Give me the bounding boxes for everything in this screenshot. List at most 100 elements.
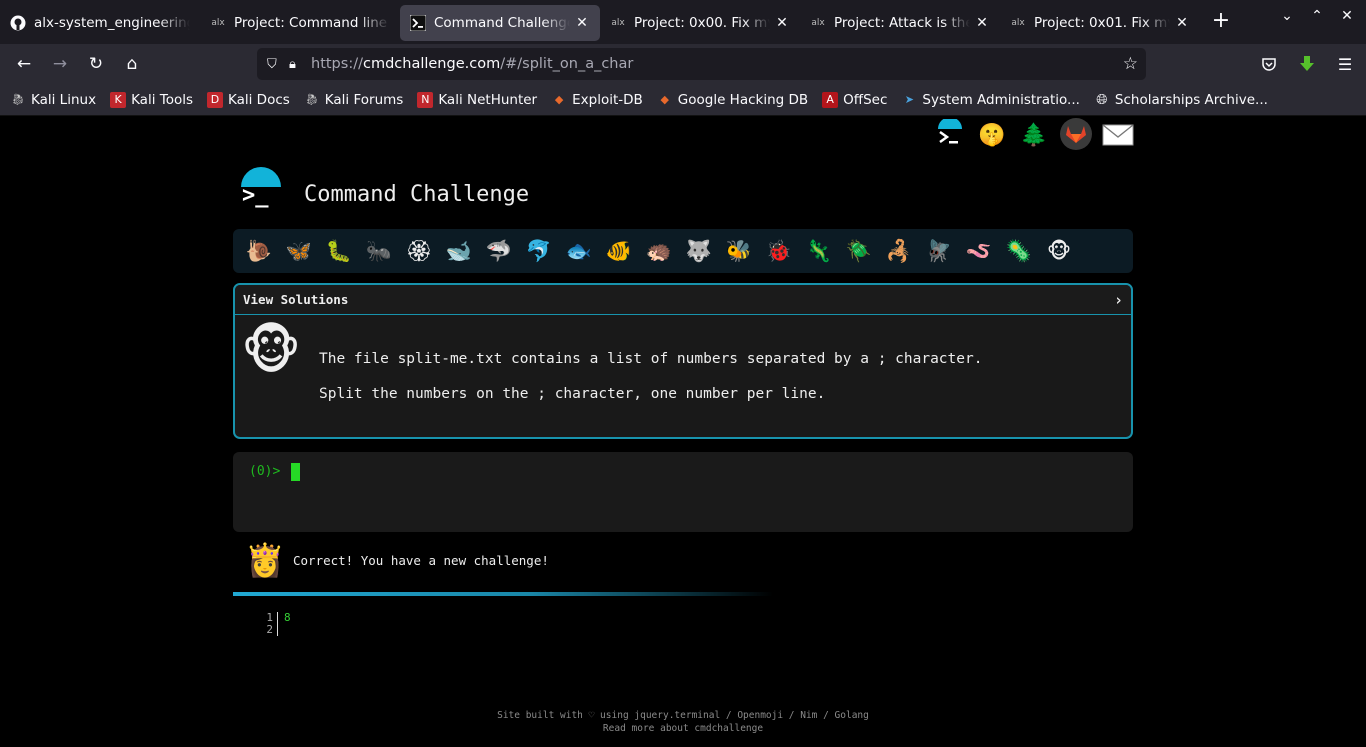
description-line: Split the numbers on the ; character, on…: [319, 386, 826, 402]
url-protocol: https://: [311, 56, 363, 72]
bookmarks-bar: 🐉︎ Kali Linux K Kali Tools D Kali Docs 🐉︎ Ka…: [0, 84, 1366, 116]
page-title: Command Challenge: [304, 182, 530, 207]
bookmark-label: Exploit-DB: [572, 91, 643, 108]
menu-icon[interactable]: ☰: [1334, 50, 1356, 78]
bookmark-kali-docs[interactable]: D Kali Docs: [207, 91, 290, 108]
kali-docs-icon: D: [207, 91, 223, 108]
tab-attack-best-defense[interactable]: alx Project: Attack is the best defense …: [800, 5, 1000, 41]
tab-title: Project: Attack is the best defense: [834, 15, 970, 31]
bookmark-label: Kali Linux: [31, 91, 97, 108]
bookmark-label: Google Hacking DB: [677, 91, 809, 108]
snail-icon[interactable]: 🐌: [239, 239, 279, 264]
alx-icon: alx: [211, 18, 225, 28]
tab-command-challenge[interactable]: Command Challenge! ✕: [400, 5, 600, 41]
close-icon[interactable]: ✕: [1174, 15, 1190, 31]
terminal-logo-icon[interactable]: [934, 118, 966, 152]
bookmark-kali-linux[interactable]: 🐉︎ Kali Linux: [10, 92, 96, 108]
bookmark-sysadmin[interactable]: ➤ System Administratio...: [901, 92, 1080, 108]
sysadmin-icon: ➤: [904, 93, 915, 106]
bee-icon[interactable]: 🐝: [719, 239, 759, 264]
description-line: The file split-me.txt contains a list of…: [319, 351, 983, 367]
lizard-icon[interactable]: 🦎: [799, 239, 839, 264]
alx-icon: alx: [611, 18, 625, 28]
tab-fix-my-code-0x01[interactable]: alx Project: 0x01. Fix my code ✕: [1000, 5, 1200, 41]
tab-title: Project: 0x00. Fix my code: [634, 15, 770, 31]
ant-icon[interactable]: 🐜: [359, 239, 399, 264]
bookmark-ghdb[interactable]: ◆ Google Hacking DB: [657, 91, 809, 108]
microbe-icon[interactable]: 🦠: [999, 239, 1039, 264]
tropical-fish-icon[interactable]: 🐠: [599, 239, 639, 264]
wolf-icon[interactable]: 🐺: [679, 239, 719, 264]
download-icon[interactable]: [1296, 50, 1318, 78]
tree-icon[interactable]: 🌲: [1018, 118, 1050, 152]
scorpion-icon[interactable]: 🦂: [879, 239, 919, 264]
shell-icon[interactable]: 🏵: [399, 239, 439, 264]
bookmark-exploit-db[interactable]: ◆ Exploit-DB: [551, 92, 643, 108]
gitlab-icon[interactable]: [1060, 118, 1092, 150]
bookmark-label: System Administratio...: [922, 91, 1080, 108]
footer-read-more-link[interactable]: Read more about cmdchallenge: [0, 722, 1366, 735]
bookmark-kali-nethunter[interactable]: N Kali NetHunter: [417, 91, 537, 108]
tab-title: Project: Command line for beginners: [234, 15, 390, 31]
lock-icon[interactable]: 🔒︎: [289, 57, 311, 72]
url-path: /#/split_on_a_char: [500, 56, 634, 72]
bookmark-kali-forums[interactable]: 🐉︎ Kali Forums: [304, 92, 404, 108]
tab-controls: ⌄ ⌃ ✕: [1278, 8, 1356, 24]
challenge-panel: View Solutions › 🐵 The file split-me.txt…: [233, 283, 1133, 439]
fish-icon[interactable]: 🐟: [559, 239, 599, 264]
shushing-face-icon[interactable]: 🤫: [976, 118, 1008, 152]
bookmark-scholarships[interactable]: 🌐︎ Scholarships Archive...: [1094, 92, 1268, 108]
close-icon[interactable]: ✕: [774, 15, 790, 31]
site-logo: >_: [238, 167, 284, 213]
forward-icon[interactable]: →: [42, 48, 78, 80]
close-window-icon[interactable]: ✕: [1338, 8, 1356, 24]
bookmark-star-icon[interactable]: ☆: [1123, 54, 1138, 74]
beetle-icon[interactable]: 🪲: [839, 239, 879, 264]
monkey-icon[interactable]: 🐵: [1039, 239, 1079, 263]
toolbar-right: ☰: [1258, 50, 1356, 78]
fly-icon[interactable]: 🪰: [919, 239, 959, 264]
tab-alx-command-line[interactable]: alx Project: Command line for beginners: [200, 5, 400, 41]
new-tab-button[interactable]: +: [1206, 7, 1236, 37]
close-icon[interactable]: ✕: [974, 15, 990, 31]
dolphin-icon[interactable]: 🐬: [519, 239, 559, 264]
reload-icon[interactable]: ↻: [78, 48, 114, 80]
close-icon[interactable]: ✕: [574, 15, 590, 31]
tab-fix-my-code-0x00[interactable]: alx Project: 0x00. Fix my code ✕: [600, 5, 800, 41]
url-bar[interactable]: ⛉ 🔒︎ https://cmdchallenge.com/#/split_on…: [257, 48, 1146, 80]
list-all-tabs-icon[interactable]: ⌄: [1278, 8, 1296, 24]
monkey-avatar-icon: 🐵: [241, 321, 302, 381]
terminal-prompt: (0)>: [249, 464, 281, 479]
worm-icon[interactable]: 🪱: [959, 239, 999, 264]
bookmark-offsec[interactable]: A OffSec: [822, 91, 888, 108]
tab-title: Command Challenge!: [434, 15, 570, 31]
logo-prompt-icon: >_: [242, 183, 269, 208]
exploitdb-icon: ◆: [554, 93, 564, 106]
url-host: cmdchallenge.com: [362, 56, 501, 72]
kali-icon: 🐉︎: [11, 93, 25, 106]
caterpillar-icon[interactable]: 🐛: [319, 239, 359, 264]
chevron-right-icon: ›: [1113, 290, 1123, 309]
terminal-input[interactable]: (0)>: [233, 452, 1133, 532]
output-value: [278, 624, 284, 636]
view-solutions-toggle[interactable]: View Solutions ›: [235, 285, 1131, 315]
minimize-icon[interactable]: ⌃: [1308, 8, 1326, 24]
bookmark-label: Kali Docs: [228, 91, 290, 108]
nethunter-icon: N: [417, 91, 434, 108]
feedback-underline: [233, 592, 773, 596]
shark-icon[interactable]: 🦈: [479, 239, 519, 264]
pocket-icon[interactable]: [1258, 50, 1280, 78]
back-icon[interactable]: ←: [6, 48, 42, 80]
home-icon[interactable]: ⌂: [114, 48, 150, 80]
envelope-icon[interactable]: [1102, 118, 1134, 152]
view-solutions-label: View Solutions: [243, 292, 349, 307]
hedgehog-icon[interactable]: 🦔: [639, 239, 679, 264]
tab-github[interactable]: alx-system_engineering-devops: [0, 5, 200, 41]
ladybug-icon[interactable]: 🐞: [759, 239, 799, 264]
bookmark-label: OffSec: [843, 91, 888, 108]
butterfly-icon[interactable]: 🦋: [279, 239, 319, 264]
bookmark-kali-tools[interactable]: K Kali Tools: [110, 91, 193, 108]
terminal-cursor: [291, 463, 300, 481]
shield-icon[interactable]: ⛉: [267, 57, 289, 72]
whale-icon[interactable]: 🐋: [439, 239, 479, 264]
